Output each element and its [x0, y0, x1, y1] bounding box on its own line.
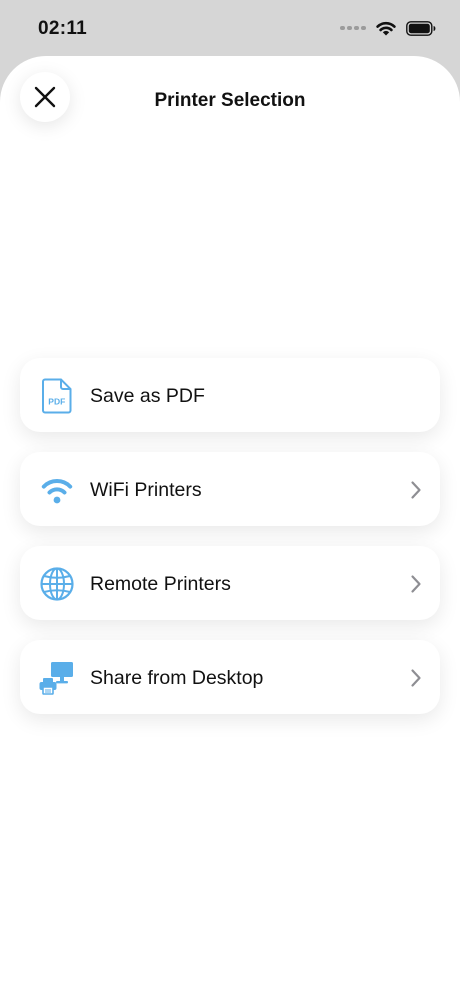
desktop-printer-icon	[38, 659, 76, 697]
pdf-file-icon: PDF	[38, 377, 76, 415]
status-indicators	[340, 20, 436, 36]
option-label: WiFi Printers	[90, 479, 202, 501]
status-bar: 02:11	[0, 0, 460, 56]
battery-icon	[406, 20, 436, 36]
wifi-icon	[38, 471, 76, 509]
status-time: 02:11	[38, 18, 88, 39]
globe-icon	[38, 565, 76, 603]
svg-text:PDF: PDF	[48, 397, 65, 407]
chevron-right-icon	[411, 669, 421, 687]
printer-options-list: PDF Save as PDF WiFi Printers Remote Pri…	[20, 358, 440, 734]
share-from-desktop-option[interactable]: Share from Desktop	[20, 640, 440, 714]
save-as-pdf-option[interactable]: PDF Save as PDF	[20, 358, 440, 432]
option-label: Share from Desktop	[90, 667, 264, 689]
wifi-printers-option[interactable]: WiFi Printers	[20, 452, 440, 526]
cellular-signal-icon	[340, 26, 366, 30]
page-title: Printer Selection	[154, 90, 306, 111]
chevron-right-icon	[411, 575, 421, 593]
printer-selection-sheet: Printer Selection PDF Save as PDF WiFi P…	[0, 56, 460, 995]
option-label: Save as PDF	[90, 385, 205, 407]
chevron-right-icon	[411, 481, 421, 499]
option-label: Remote Printers	[90, 573, 231, 595]
wifi-status-icon	[376, 21, 396, 36]
remote-printers-option[interactable]: Remote Printers	[20, 546, 440, 620]
